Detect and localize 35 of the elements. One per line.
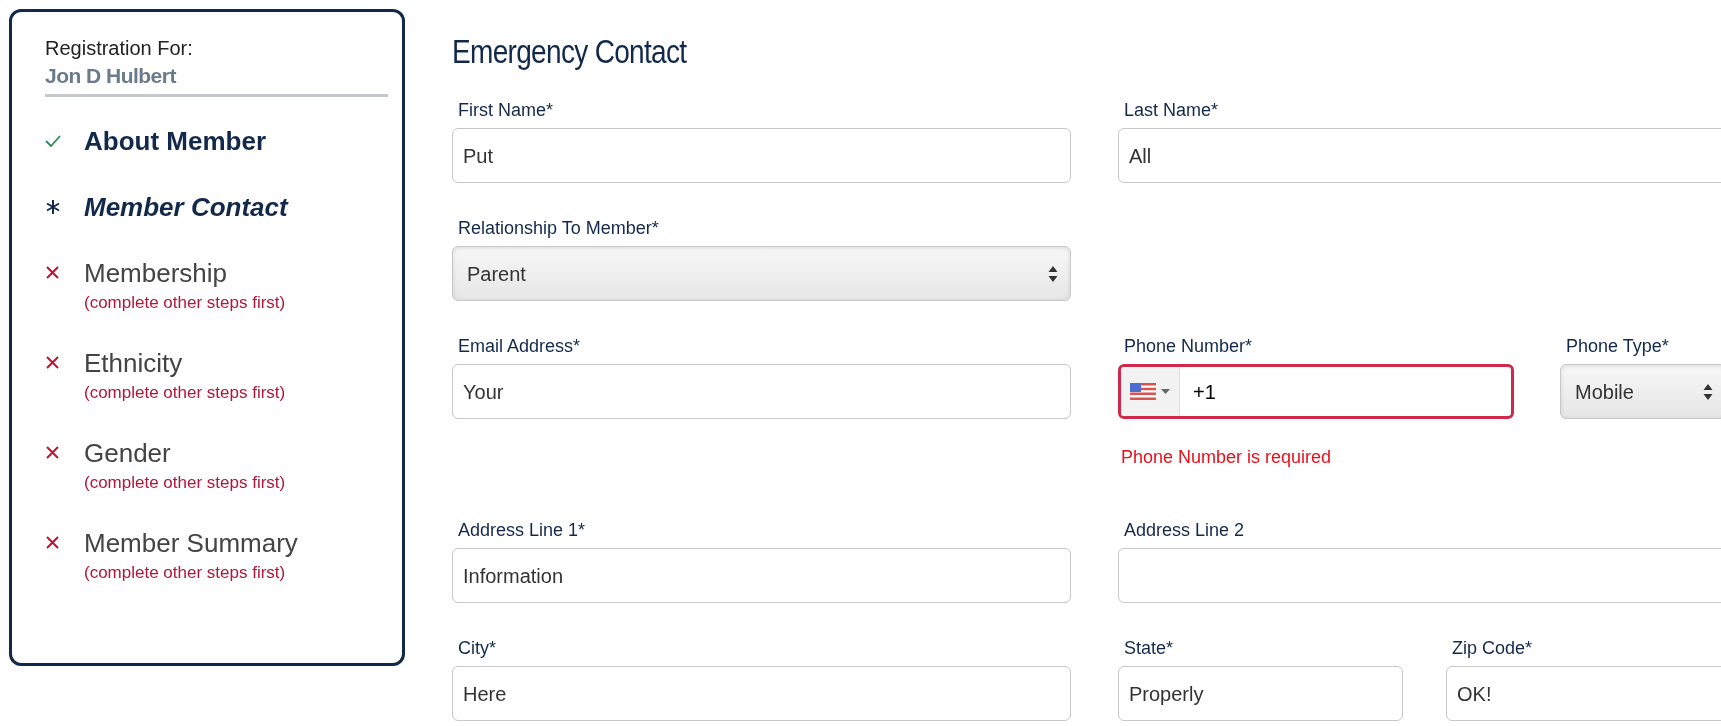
input-field[interactable]: OK!: [1446, 666, 1721, 721]
step-label[interactable]: Gender: [84, 435, 286, 471]
step-note: (complete other steps first): [84, 562, 287, 584]
section-title: Emergency Contact: [452, 32, 688, 72]
input-field[interactable]: Here: [452, 666, 1071, 721]
step-label[interactable]: About Member: [84, 123, 266, 159]
step-note: (complete other steps first): [84, 382, 286, 404]
input-field[interactable]: All: [1118, 128, 1721, 183]
select-field[interactable]: Mobile: [1560, 364, 1721, 419]
field-label: Email Address*: [457, 335, 582, 358]
field-label: First Name*: [457, 99, 554, 122]
error-message: Phone Number is required: [1120, 446, 1333, 469]
field-label: Address Line 2: [1123, 519, 1246, 542]
field-label: City*: [457, 637, 497, 660]
input-field[interactable]: Information: [452, 548, 1071, 603]
step-note: (complete other steps first): [84, 292, 286, 314]
field-label: Last Name*: [1123, 99, 1220, 122]
field-label: Phone Type*: [1565, 335, 1670, 358]
member-name: Jon D Hulbert: [45, 62, 388, 97]
field-label: Relationship To Member*: [457, 217, 660, 240]
phone-field[interactable]: +1: [1118, 364, 1514, 419]
step-label[interactable]: Member Contact: [84, 189, 288, 225]
select-field[interactable]: Parent: [452, 246, 1071, 301]
step-note: (complete other steps first): [84, 472, 286, 494]
input-field[interactable]: Properly: [1118, 666, 1403, 721]
step-label[interactable]: Ethnicity: [84, 345, 286, 381]
field-label: Address Line 1*: [457, 519, 587, 542]
field-label: Zip Code*: [1451, 637, 1534, 660]
field-label: Phone Number*: [1123, 335, 1254, 358]
input-field[interactable]: Your: [452, 364, 1071, 419]
field-label: State*: [1123, 637, 1175, 660]
input-field[interactable]: Put: [452, 128, 1071, 183]
step-label[interactable]: Membership: [84, 255, 286, 291]
registration-label: Registration For:: [45, 36, 194, 61]
step-label[interactable]: Member Summary: [84, 525, 298, 561]
